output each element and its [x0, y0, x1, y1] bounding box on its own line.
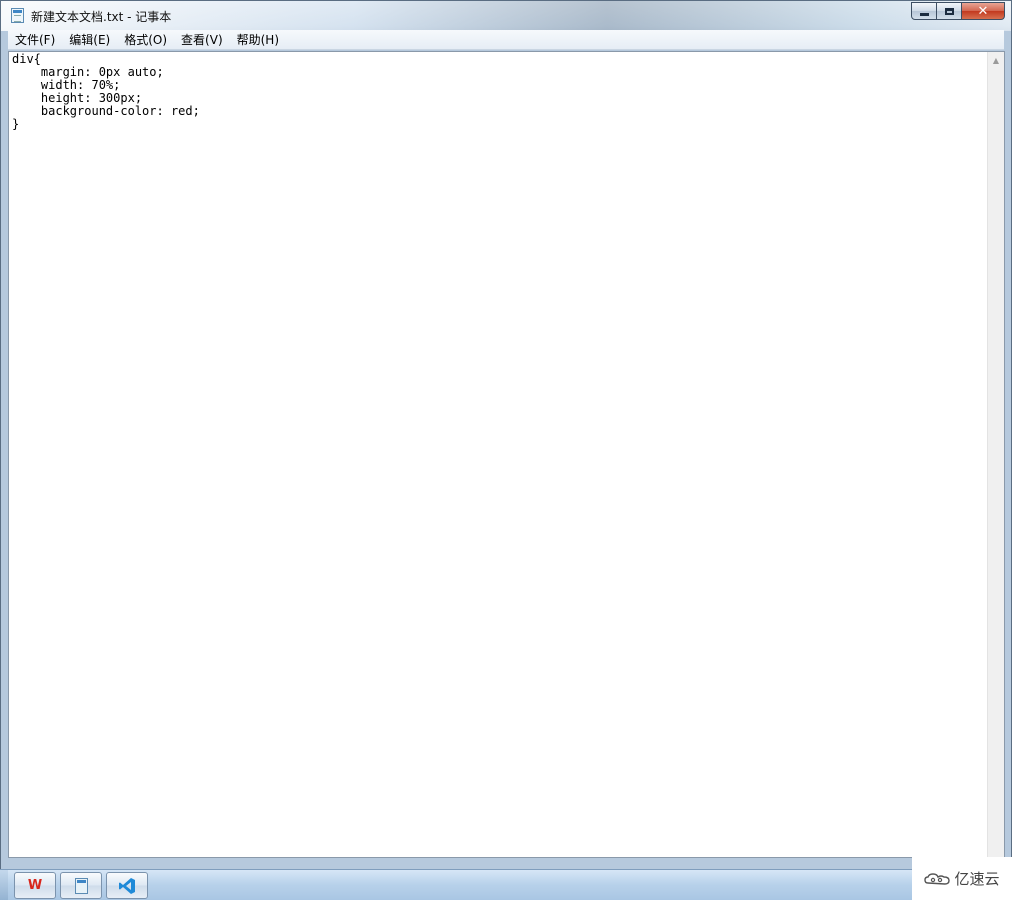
editor-pane: div{ margin: 0px auto; width: 70%; heigh…	[8, 51, 1005, 858]
menu-bar: 文件(F) 编辑(E) 格式(O) 查看(V) 帮助(H)	[8, 30, 1004, 50]
window-title: 新建文本文档.txt - 记事本	[31, 10, 172, 24]
taskbar-wps-button[interactable]: W	[14, 872, 56, 899]
minimize-button[interactable]	[911, 2, 937, 20]
close-button[interactable]: ✕	[961, 2, 1005, 20]
menu-help[interactable]: 帮助(H)	[230, 30, 286, 50]
watermark-text: 亿速云	[954, 870, 1000, 888]
vscode-icon	[119, 877, 135, 894]
maximize-icon	[944, 7, 954, 15]
menu-file[interactable]: 文件(F)	[8, 30, 62, 50]
close-icon: ✕	[977, 3, 989, 19]
taskbar-vscode-button[interactable]	[106, 872, 148, 899]
text-editor[interactable]: div{ margin: 0px auto; width: 70%; heigh…	[12, 53, 984, 857]
notepad-window: 新建文本文档.txt - 记事本 ✕ 文件(F) 编辑(E) 格式(O) 查看(…	[0, 0, 1012, 870]
notepad-icon	[74, 877, 88, 894]
watermark: 亿速云	[912, 857, 1012, 900]
cloud-logo-icon	[924, 872, 951, 885]
scroll-up-arrow-icon[interactable]: ▲	[988, 52, 1004, 69]
taskbar-edge	[0, 870, 8, 900]
taskbar-notepad-button[interactable]	[60, 872, 102, 899]
notepad-icon[interactable]	[11, 8, 24, 23]
taskbar: W	[0, 869, 1012, 900]
menu-format[interactable]: 格式(O)	[117, 30, 174, 50]
menu-edit[interactable]: 编辑(E)	[62, 30, 117, 50]
wps-icon: W	[27, 878, 43, 893]
vertical-scrollbar[interactable]: ▲	[987, 52, 1004, 857]
minimize-icon	[919, 13, 929, 16]
caption-buttons: ✕	[911, 2, 1005, 20]
title-bar[interactable]: 新建文本文档.txt - 记事本 ✕	[1, 1, 1011, 31]
menu-view[interactable]: 查看(V)	[174, 30, 230, 50]
maximize-button[interactable]	[936, 2, 962, 20]
